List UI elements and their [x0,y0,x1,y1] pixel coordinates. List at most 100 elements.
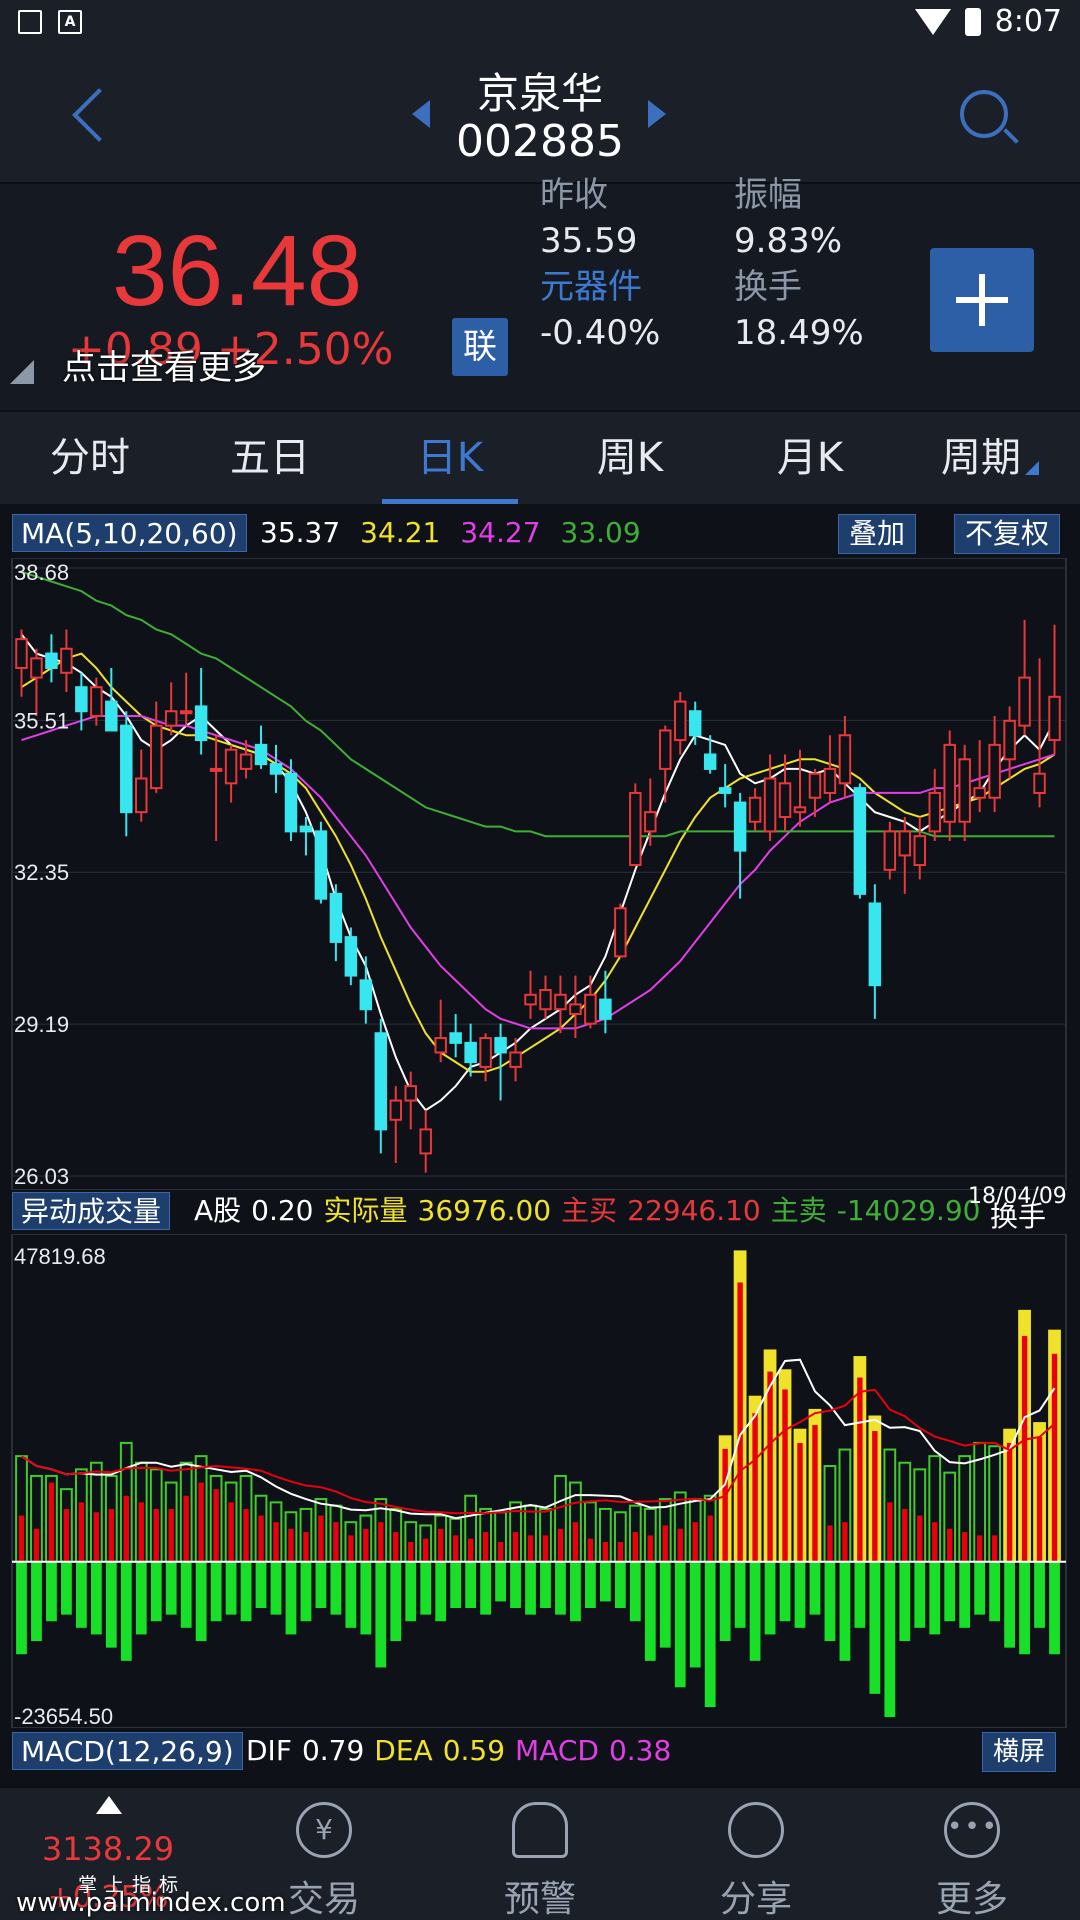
buy-bar [707,1515,713,1562]
prev-stock-icon[interactable] [412,100,430,128]
nav-share-label: 分享 [719,1879,792,1920]
actual-volume-value: 36976.00 [417,1194,552,1227]
tab-monthly-k[interactable]: 月K [720,412,900,504]
sector-link[interactable]: 元器件 [540,264,660,310]
sell-bar [809,1561,821,1615]
tab-period[interactable]: 周期 [900,412,1080,504]
sell-bar [300,1561,312,1622]
candle-body [194,705,208,742]
nav-share[interactable]: 分享 [648,1788,864,1920]
buy-bar [48,1482,55,1562]
battery-icon [964,7,981,36]
buy-bar [452,1535,459,1562]
sell-bar [120,1561,132,1661]
volume-indicator-tag[interactable]: 异动成交量 [12,1192,171,1230]
sell-bar [210,1561,222,1622]
candle-body [539,988,552,1011]
overlay-button[interactable]: 叠加 [838,514,917,554]
ma-indicator-tag[interactable]: MA(5,10,20,60) [12,514,247,552]
amplitude-value: 9.83% [734,221,843,261]
ma60-value: 33.09 [560,516,641,549]
candle-body [973,787,986,799]
candle-body [60,647,73,674]
buy-bar [78,1502,85,1562]
tab-weekly-k[interactable]: 周K [540,412,720,504]
search-icon[interactable] [954,84,1026,156]
buy-bar [123,1495,129,1562]
candle-body [374,1032,388,1131]
candle-body [1018,676,1031,727]
index-quote-tab[interactable]: 3138.29 +0.25% 掌上指标 www.palmindex.com [0,1788,286,1920]
see-more-tip[interactable]: 点击查看更多 [62,340,266,389]
buy-bar [108,1508,115,1562]
next-stock-icon[interactable] [648,100,666,128]
sell-bar [959,1561,971,1628]
volume-values: A股 0.20 实际量 36976.00 主买 22946.10 主卖 -140… [194,1188,980,1234]
macd-values: DIF 0.79 DEA 0.59 MACD 0.38 [246,1728,671,1774]
buy-bar [527,1535,534,1562]
add-watchlist-button[interactable] [930,248,1034,352]
sell-bar [315,1561,327,1609]
candle-body [688,710,702,737]
buy-bar [512,1532,519,1562]
tab-five-day[interactable]: 五日 [180,412,360,504]
linkage-button[interactable]: 联 [452,318,508,376]
sell-bar [1049,1561,1060,1655]
buy-bar [198,1482,204,1562]
candle-body [149,724,163,790]
buy-bar [587,1538,594,1562]
back-icon[interactable] [62,82,122,152]
volume-legend: 异动成交量 A股 0.20 实际量 36976.00 主买 22946.10 主… [0,1184,1080,1234]
buy-bar [423,1538,429,1562]
sell-bar [75,1561,87,1628]
sell-bar [330,1561,342,1615]
macd-indicator-tag[interactable]: MACD(12,26,9) [12,1732,243,1770]
bell-icon [512,1802,568,1858]
candle-body [389,1099,403,1121]
candlestick-chart[interactable]: 38.68 35.51 32.35 29.19 26.03 [0,558,1080,1190]
sell-bar [510,1561,521,1609]
nav-trade[interactable]: ¥ 交易 [216,1788,432,1920]
sell-bar [794,1561,806,1628]
landscape-button[interactable]: 横屏 [982,1732,1057,1772]
status-time: 8:07 [994,4,1062,39]
app-notification-icon: A [58,10,82,34]
buy-bar [408,1541,414,1562]
cursor-date: 18/04/09 [968,1184,1067,1209]
sell-bar [540,1561,551,1609]
sell-bar [31,1561,42,1642]
nav-alert[interactable]: 预警 [432,1788,648,1920]
candle-body [75,686,88,713]
quote-panel[interactable]: 36.48 +0.89 +2.50% 点击查看更多 联 昨收 35.59 元器件 … [0,175,1080,410]
candle-body [524,993,537,1006]
sell-bar [599,1561,611,1602]
sell-bar [884,1561,896,1717]
sell-bar [240,1561,252,1622]
market-label: A股 [194,1194,242,1227]
buy-bar [168,1508,174,1562]
adjust-button[interactable]: 不复权 [954,514,1061,554]
sell-bar [570,1561,581,1622]
candle-body [793,806,807,814]
wifi-icon [914,8,951,35]
nav-more[interactable]: ••• 更多 [864,1788,1080,1920]
tab-intraday[interactable]: 分时 [0,412,180,504]
expand-corner-icon[interactable] [10,360,34,384]
candle-body [733,801,747,852]
sell-bar [614,1561,626,1609]
buy-bar [467,1538,474,1562]
nav-more-label: 更多 [935,1879,1008,1920]
buy-bar [183,1495,189,1562]
volume-chart[interactable]: 47819.68 -23654.50 [0,1234,1080,1728]
tab-daily-k[interactable]: 日K [360,412,540,504]
candle-body [269,763,283,775]
candle-body [958,758,971,823]
candle-body [569,1003,582,1016]
buy-bar [961,1532,968,1562]
amplitude-label: 振幅 [734,175,802,215]
turnover-label: 换手 [734,267,802,307]
candle-body [614,907,627,958]
buy-bar [722,1448,728,1562]
candle-body [599,998,612,1020]
candle-body [808,772,822,799]
